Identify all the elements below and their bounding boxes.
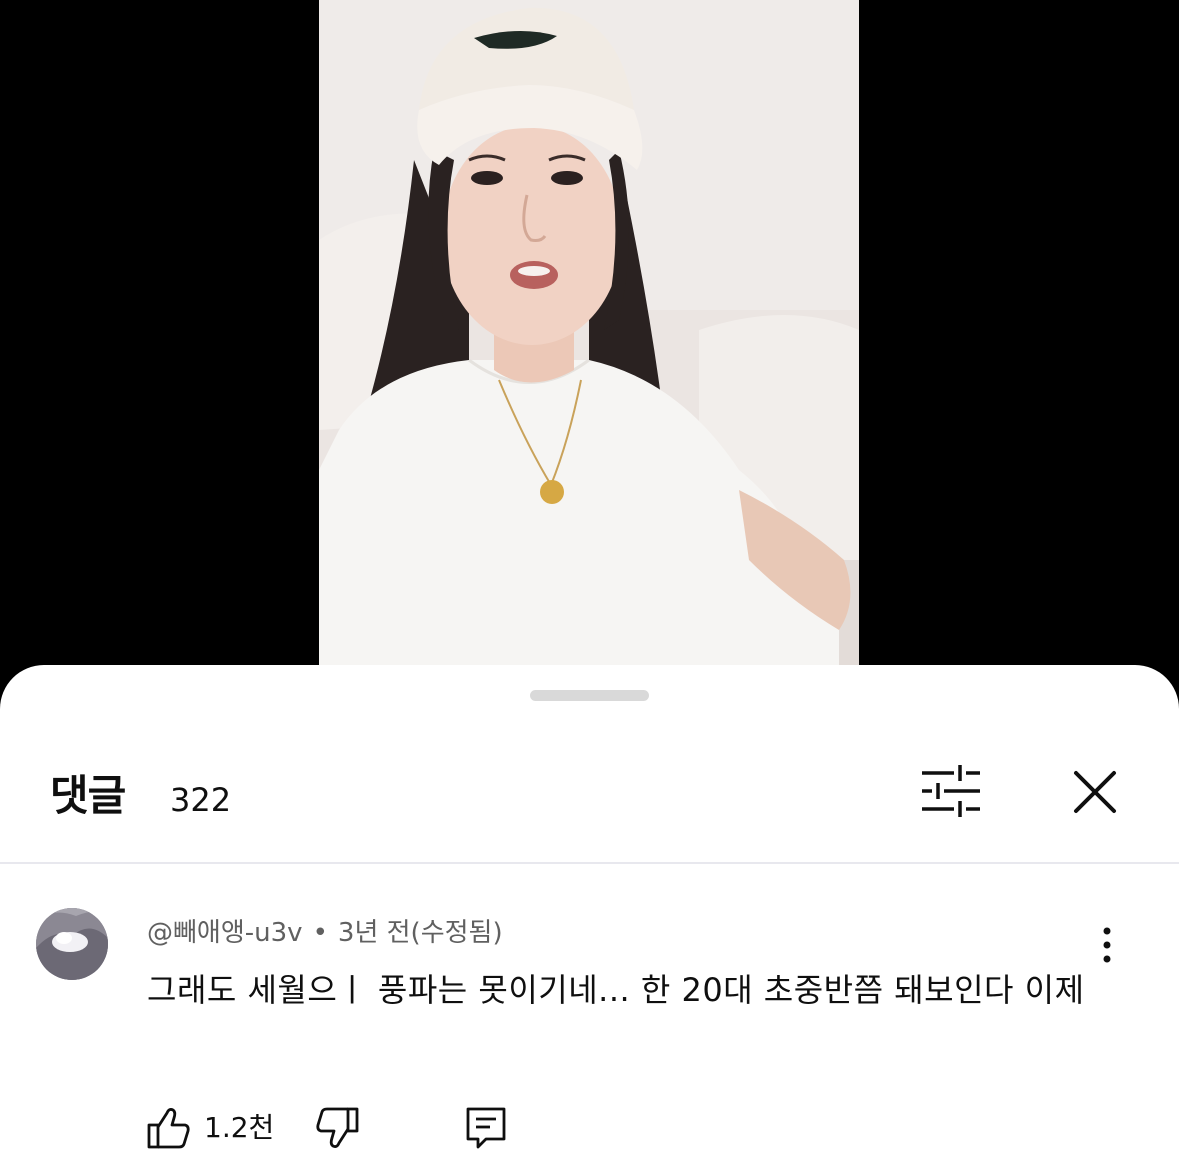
avatar-image bbox=[36, 908, 108, 980]
video-player[interactable] bbox=[0, 0, 1179, 700]
comments-title: 댓글 bbox=[50, 771, 126, 820]
meta-separator: • bbox=[312, 918, 328, 948]
divider bbox=[0, 862, 1179, 864]
like-count: 1.2천 bbox=[204, 1111, 275, 1144]
more-vertical-icon bbox=[1103, 927, 1111, 963]
thumbs-up-icon bbox=[147, 1108, 190, 1149]
reply-icon bbox=[466, 1107, 506, 1149]
comment-author[interactable]: @빼애앵-u3v bbox=[147, 918, 303, 948]
close-icon bbox=[1074, 771, 1116, 813]
comment-text: 그래도 세월으ㅣ 풍파는 못이기네... 한 20대 초중반쯤 돼보인다 이제 bbox=[147, 971, 1085, 1009]
comment-meta: @빼애앵-u3v • 3년 전(수정됨) bbox=[147, 916, 503, 950]
drag-handle[interactable] bbox=[530, 690, 649, 701]
comments-count: 322 bbox=[170, 781, 232, 819]
close-button[interactable] bbox=[1068, 765, 1122, 819]
comments-sheet: 댓글 322 @빼애앵-u3v • 3년 전(수정됨) 그래도 세월으ㅣ 풍파는… bbox=[0, 665, 1179, 1162]
reply-button[interactable] bbox=[464, 1105, 508, 1151]
video-frame[interactable] bbox=[319, 0, 859, 700]
dislike-button[interactable] bbox=[314, 1105, 360, 1151]
avatar[interactable] bbox=[36, 908, 108, 980]
comment-timestamp: 3년 전(수정됨) bbox=[337, 918, 503, 948]
video-still bbox=[319, 0, 859, 700]
filter-sliders-icon bbox=[922, 765, 980, 817]
filter-button[interactable] bbox=[918, 763, 984, 819]
more-options-button[interactable] bbox=[1090, 925, 1124, 967]
thumbs-down-icon bbox=[316, 1107, 359, 1148]
like-button[interactable] bbox=[146, 1105, 192, 1151]
